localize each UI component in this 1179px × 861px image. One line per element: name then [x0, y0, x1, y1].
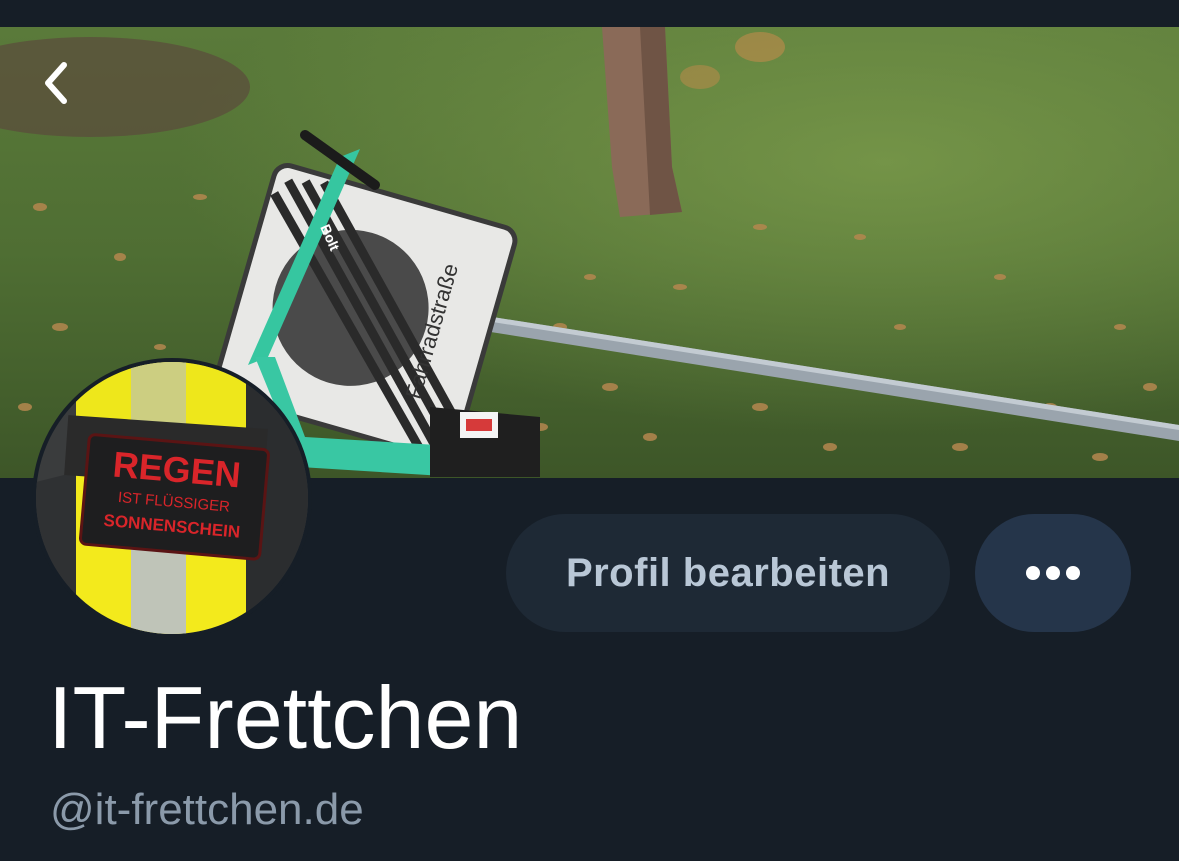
edit-profile-button[interactable]: Profil bearbeiten [506, 514, 950, 632]
profile-handle: @it-frettchen.de [50, 785, 364, 834]
chevron-left-icon [45, 62, 67, 104]
avatar-image: REGEN IST FLÜSSIGER SONNENSCHEIN [36, 362, 308, 634]
avatar[interactable]: REGEN IST FLÜSSIGER SONNENSCHEIN [32, 358, 312, 638]
more-options-button[interactable] [975, 514, 1131, 632]
profile-page: Fahrradstraße Bolt REGEN IST FLÜSSIGER S… [0, 0, 1179, 861]
display-name: IT-Frettchen [48, 668, 523, 767]
ellipsis-icon [1026, 566, 1080, 580]
back-button[interactable] [28, 55, 84, 111]
status-bar [0, 0, 1179, 27]
